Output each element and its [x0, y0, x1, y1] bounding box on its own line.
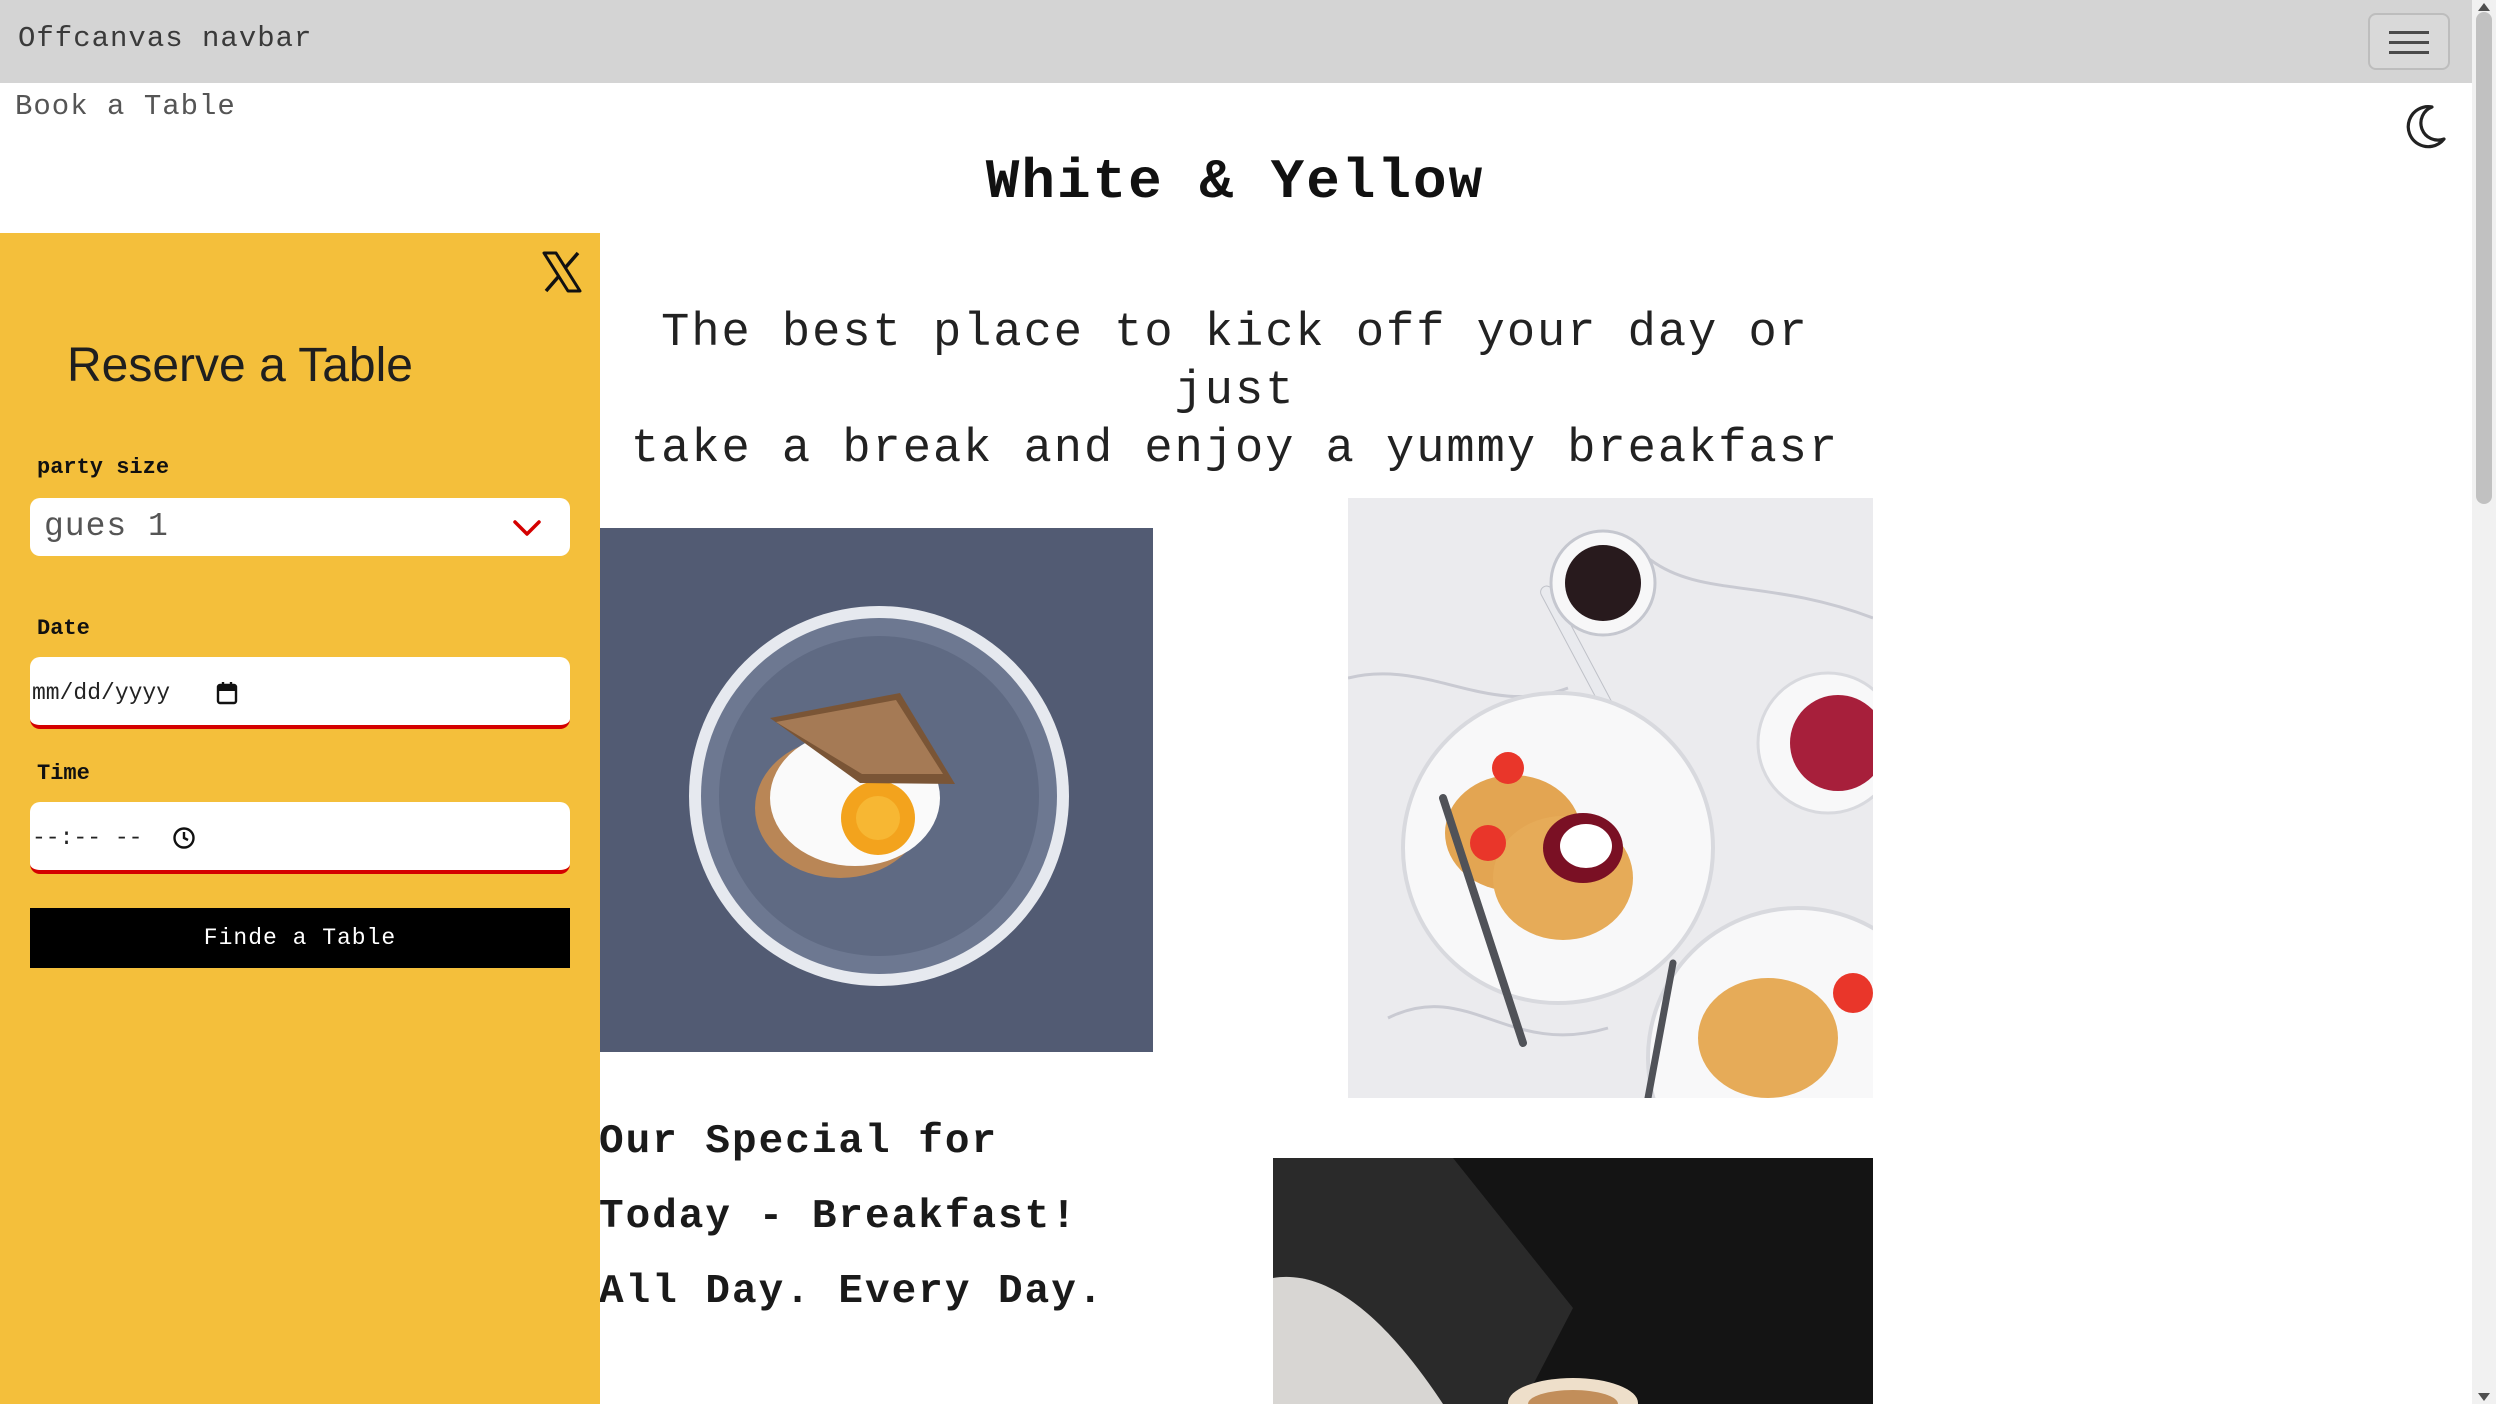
navbar-toggler-button[interactable]	[2368, 13, 2450, 70]
party-size-label: party size	[37, 455, 170, 480]
scroll-down-arrow-icon[interactable]	[2478, 1393, 2490, 1401]
moon-icon[interactable]	[2402, 103, 2448, 149]
tagline-line-1: The best place to kick off your day or j…	[661, 307, 1809, 418]
date-label: Date	[37, 616, 90, 641]
page-title: White & Yellow	[985, 150, 1485, 214]
tagline-line-2: take a break and enjoy a yummy breakfasr	[630, 423, 1840, 476]
special-line-3: All Day. Every Day.	[599, 1269, 1105, 1315]
party-size-value: gues 1	[44, 508, 169, 545]
coffee-cup-photo	[1273, 1158, 1873, 1404]
special-line-1: Our Special for	[599, 1119, 999, 1165]
reserve-table-title: Reserve a Table	[67, 339, 413, 392]
tagline: The best place to kick off your day or j…	[600, 305, 1870, 479]
find-table-button[interactable]: Finde a Table	[30, 908, 570, 968]
book-a-table-link[interactable]: Book a Table	[15, 90, 236, 123]
time-input[interactable]: --:-- --	[30, 802, 570, 874]
navbar-brand[interactable]: Offcanvas navbar	[18, 22, 312, 55]
egg-toast-plate-photo	[600, 528, 1153, 1052]
date-input[interactable]: mm/dd/yyyy	[30, 657, 570, 729]
x-close-icon[interactable]	[540, 250, 584, 294]
special-heading: Our Special for Today - Breakfast! All D…	[599, 1105, 1104, 1330]
date-placeholder: mm/dd/yyyy	[32, 680, 171, 706]
chevron-down-icon	[513, 520, 541, 536]
reservation-offcanvas: Reserve a Table party size gues 1 Date m…	[0, 233, 600, 1404]
party-size-select[interactable]: gues 1	[30, 498, 570, 556]
pancakes-strawberries-photo	[1348, 498, 1873, 1098]
scrollbar-thumb[interactable]	[2476, 12, 2492, 504]
time-placeholder: --:-- --	[32, 825, 143, 851]
top-navbar: Offcanvas navbar	[0, 0, 2472, 83]
page-scrollbar[interactable]	[2472, 0, 2496, 1404]
clock-icon[interactable]	[172, 826, 196, 850]
time-label: Time	[37, 761, 90, 786]
special-line-2: Today - Breakfast!	[599, 1194, 1078, 1240]
calendar-icon[interactable]	[216, 681, 238, 705]
scroll-up-arrow-icon[interactable]	[2478, 3, 2490, 11]
